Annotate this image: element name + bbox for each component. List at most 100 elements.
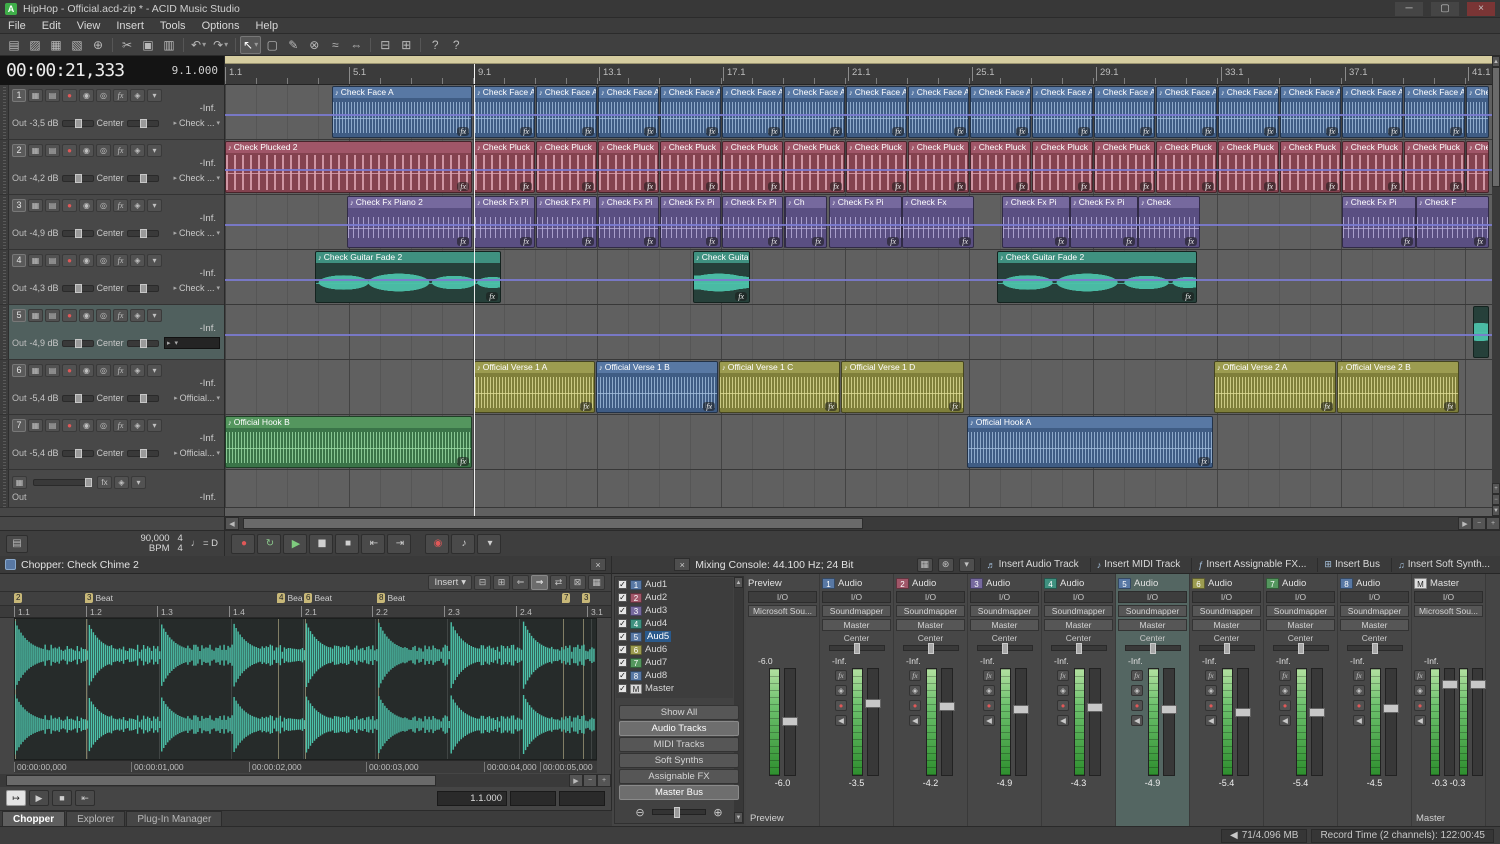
clip[interactable]: ♪Check Fx Pifx — [1070, 196, 1138, 248]
copy-button[interactable]: ▣ — [138, 36, 158, 54]
tab-explorer[interactable]: Explorer — [66, 811, 125, 826]
checkbox-checked-icon[interactable]: ✓ — [618, 619, 627, 628]
clip[interactable]: ♪Check Pluckfx — [722, 141, 783, 193]
strip-bus-button[interactable]: Master — [970, 619, 1039, 631]
strip-io-button[interactable]: I/O — [1414, 591, 1483, 603]
mixer-list-item-aud5[interactable]: ✓5Aud5 — [616, 630, 733, 643]
save-button[interactable]: ▦ — [46, 36, 66, 54]
mixer-strip-master[interactable]: MMasterI/OMicrosoft Sou...-Inf.fx◈●◀-0.3… — [1412, 574, 1486, 826]
strip-pan-slider[interactable] — [1051, 645, 1107, 651]
track-name-field[interactable]: ▸Check ...▾ — [173, 118, 220, 128]
arm-for-record-button[interactable]: ● — [62, 199, 77, 212]
chopper-marker[interactable]: 2 — [14, 593, 22, 603]
volume-envelope-line[interactable] — [225, 334, 1492, 336]
mixer-options-dropdown[interactable]: ▾ — [959, 558, 975, 572]
strip-fx-button[interactable]: fx — [1057, 670, 1069, 681]
input-monitor-button[interactable]: ▤ — [45, 254, 60, 267]
solo-button[interactable]: ◎ — [96, 199, 111, 212]
track-volume-slider[interactable] — [62, 230, 94, 237]
tempo-display[interactable]: 90,000 BPM — [140, 534, 169, 554]
clip[interactable]: ♪Check Pluckfx — [1218, 141, 1279, 193]
clip-fx-badge[interactable]: fx — [582, 182, 594, 191]
fader-handle[interactable] — [1235, 708, 1251, 717]
checkbox-checked-icon[interactable]: ✓ — [618, 580, 627, 589]
strip-io-button[interactable]: I/O — [1340, 591, 1409, 603]
enable-snapping-button[interactable]: ⊟ — [375, 36, 395, 54]
clip-fx-badge[interactable]: fx — [703, 402, 715, 411]
paste-button[interactable]: ▥ — [159, 36, 179, 54]
timecode-readout[interactable]: 00:00:21,333 — [6, 60, 124, 81]
insert-audio-track-button[interactable]: ♬Insert Audio Track — [980, 558, 1085, 572]
chopper-marker[interactable]: 3Beat — [85, 593, 113, 603]
clip[interactable]: ♪Check Fx Pifx — [829, 196, 902, 248]
clip-fx-badge[interactable]: fx — [1078, 182, 1090, 191]
clip-fx-badge[interactable]: fx — [1185, 237, 1197, 246]
track-fx-button[interactable]: fx — [113, 364, 128, 377]
track-fx-button[interactable]: fx — [113, 419, 128, 432]
clip[interactable]: ♪Check Guitar Fade 2fx — [997, 251, 1197, 303]
track-options-dropdown[interactable]: ▾ — [147, 364, 162, 377]
chopper-marker[interactable]: 8Beat — [377, 593, 405, 603]
track-header-2[interactable]: 2▦▤●◉◎fx◈▾-Inf.Out-4,2 dBCenter▸Check ..… — [0, 140, 224, 195]
vertical-zoom-out-button[interactable]: − — [1492, 494, 1500, 505]
erase-tool-button[interactable]: ⊗ — [304, 36, 324, 54]
automation-settings-button[interactable]: ◈ — [130, 364, 145, 377]
strip-device-button[interactable]: Soundmapper — [1118, 605, 1187, 617]
mixer-zoom-slider[interactable] — [652, 809, 706, 815]
track-lane-6[interactable]: ♪Official Verse 1 Afx♪Official Verse 1 B… — [225, 360, 1492, 415]
strip-record-button[interactable]: ● — [983, 700, 995, 711]
checkbox-checked-icon[interactable]: ✓ — [618, 684, 627, 693]
clip-fx-badge[interactable]: fx — [582, 127, 594, 136]
strip-automation-button[interactable]: ◈ — [1279, 685, 1291, 696]
clip-fx-badge[interactable]: fx — [644, 182, 656, 191]
strip-fader[interactable] — [1163, 668, 1175, 776]
clip[interactable]: ♪Check Pluckfx — [660, 141, 721, 193]
mixer-view-grid-button[interactable]: ▦ — [917, 558, 933, 572]
mixer-zoom-out-icon[interactable]: ⊖ — [632, 805, 648, 819]
strip-pan-slider[interactable] — [903, 645, 959, 651]
strip-mute-button[interactable]: ◀ — [1353, 715, 1365, 726]
mixer-list-item-aud2[interactable]: ✓2Aud2 — [616, 591, 733, 604]
track-options-dropdown[interactable]: ▾ — [131, 476, 146, 489]
clip[interactable]: ♪Check Fx Pifx — [598, 196, 659, 248]
chopper-position-readout[interactable]: 1.1.000 — [437, 791, 507, 806]
fader-handle[interactable] — [782, 717, 798, 726]
clip[interactable]: ♪Check Pluckfx — [536, 141, 597, 193]
clip-fx-badge[interactable]: fx — [1202, 182, 1214, 191]
clip[interactable]: ♪Check Fx Pifx — [536, 196, 597, 248]
strip-bus-button[interactable]: Master — [1118, 619, 1187, 631]
clip[interactable]: ♪Check Pluckfx — [846, 141, 907, 193]
chopper-waveform[interactable] — [14, 618, 597, 760]
mute-button[interactable]: ◉ — [79, 89, 94, 102]
volume-envelope-line[interactable] — [225, 169, 1492, 171]
scroll-right-icon[interactable]: ▶ — [1458, 517, 1472, 530]
clip-fx-badge[interactable]: fx — [1326, 182, 1338, 191]
maximize-button[interactable]: ▢ — [1431, 2, 1459, 16]
clip-fx-badge[interactable]: fx — [520, 182, 532, 191]
strip-io-button[interactable]: I/O — [822, 591, 891, 603]
clip[interactable]: ♪Check Face Afx — [598, 86, 659, 138]
strip-fx-button[interactable]: fx — [1279, 670, 1291, 681]
track-name-field[interactable]: ▸Official...▾ — [174, 393, 220, 403]
clip-fx-badge[interactable]: fx — [949, 402, 961, 411]
vertical-scrollbar[interactable]: ▲ + − ▼ — [1492, 56, 1500, 516]
clip-fx-badge[interactable]: fx — [1450, 127, 1462, 136]
filter-audio-tracks[interactable]: Audio Tracks — [619, 721, 739, 736]
solo-button[interactable]: ◎ — [96, 144, 111, 157]
automation-settings-button[interactable]: ◈ — [130, 254, 145, 267]
clip[interactable]: ♪Check Pluckfx — [970, 141, 1031, 193]
clip[interactable]: ♪Check Face Afx — [1218, 86, 1279, 138]
loop-playback-button[interactable]: ↻ — [257, 534, 281, 554]
clip[interactable]: ♪Check Face Afx — [722, 86, 783, 138]
clip-fx-badge[interactable]: fx — [1264, 127, 1276, 136]
track-header-1[interactable]: 1▦▤●◉◎fx◈▾-Inf.Out-3,5 dBCenter▸Check ..… — [0, 85, 224, 140]
strip-automation-button[interactable]: ◈ — [983, 685, 995, 696]
volume-envelope-line[interactable] — [225, 224, 1492, 226]
track-fx-button[interactable]: fx — [113, 199, 128, 212]
mute-button[interactable]: ◉ — [79, 254, 94, 267]
whats-this-help-button[interactable]: ? — [446, 36, 466, 54]
go-to-end-button[interactable]: ⇥ — [387, 534, 411, 554]
checkbox-checked-icon[interactable]: ✓ — [618, 593, 627, 602]
clip[interactable] — [1473, 306, 1489, 358]
strip-bus-button[interactable]: Master — [896, 619, 965, 631]
